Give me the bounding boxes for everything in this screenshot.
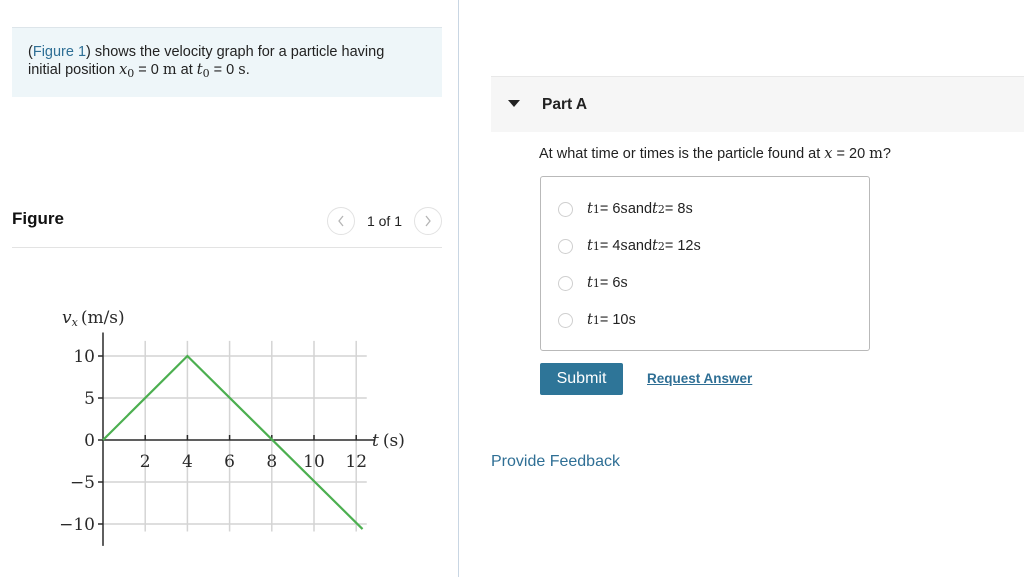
- t0-eq: = 0: [209, 62, 239, 78]
- radio-option-3[interactable]: [558, 275, 573, 291]
- option-1-t1-sub: 1: [592, 202, 600, 216]
- x-tick-label: 10: [303, 452, 325, 472]
- y-axis-label-unit: (m/s): [81, 308, 125, 328]
- y-tick-label: −5: [70, 473, 95, 493]
- option-2-t2-value: = 12: [664, 238, 694, 254]
- x0-eq: = 0: [134, 62, 163, 78]
- grid: [103, 340, 367, 532]
- option-1[interactable]: t1 = 6 s and t2 = 8 s: [558, 201, 693, 217]
- x-axis-label: t (s): [372, 431, 405, 451]
- figure-pager: 1 of 1: [326, 207, 442, 235]
- option-2-t1-value: = 4: [599, 238, 621, 254]
- t0-unit: s: [238, 62, 246, 78]
- option-3-t1-value: = 6: [599, 275, 621, 291]
- y-tick-label: −10: [59, 515, 95, 535]
- option-1-t2-value: = 8: [664, 201, 686, 217]
- chevron-right-icon: [425, 215, 431, 227]
- figure-title: Figure: [12, 209, 64, 228]
- option-1-unit1: s: [620, 201, 628, 217]
- pager-count: 1 of 1: [366, 213, 402, 229]
- answer-options: t1 = 6 s and t2 = 8 s t1 = 4 s and t2 = …: [540, 176, 870, 351]
- problem-intro: (Figure 1) shows the velocity graph for …: [12, 27, 442, 97]
- x-tick-label: 2: [140, 452, 151, 472]
- option-2-unit2: s: [693, 238, 701, 254]
- intro-end: .: [245, 62, 250, 78]
- option-2[interactable]: t1 = 4 s and t2 = 12 s: [558, 238, 701, 254]
- option-2-unit1: s: [620, 238, 628, 254]
- chevron-left-icon: [338, 215, 344, 227]
- prev-figure-button[interactable]: [326, 207, 355, 235]
- figure-header: Figure 1 of 1: [12, 205, 442, 248]
- x-axis-label-var: t: [372, 431, 379, 451]
- y-axis-label: vx (m/s): [62, 308, 125, 329]
- radio-option-4[interactable]: [558, 312, 573, 328]
- provide-feedback-link[interactable]: Provide Feedback: [491, 453, 620, 471]
- request-answer-link[interactable]: Request Answer: [647, 371, 752, 386]
- x0-unit: m: [162, 62, 177, 78]
- part-a-question: At what time or times is the particle fo…: [539, 146, 891, 162]
- question-suffix: ?: [882, 146, 891, 162]
- option-3-t1-sub: 1: [592, 276, 600, 290]
- option-1-unit2: s: [685, 201, 693, 217]
- velocity-chart: 10 5 0 −5 −10 2 4 6 8 10 12 vx (m/s) t (s): [40, 295, 440, 565]
- y-tick-label: 0: [84, 431, 95, 451]
- x-tick-label: 6: [224, 452, 235, 472]
- option-4-t1-sub: 1: [592, 313, 600, 327]
- option-2-t2-sub: 2: [657, 239, 665, 253]
- caret-down-icon: [508, 100, 520, 107]
- option-1-and: and: [627, 201, 653, 217]
- question-unit: m: [869, 146, 883, 162]
- option-1-t1-value: = 6: [599, 201, 621, 217]
- option-3[interactable]: t1 = 6 s: [558, 275, 628, 291]
- option-4-unit: s: [628, 312, 636, 328]
- question-eq: = 20: [832, 146, 870, 162]
- x-tick-label: 8: [266, 452, 277, 472]
- velocity-series-line: [102, 354, 364, 530]
- t0-sub: 0: [202, 67, 210, 80]
- next-figure-button[interactable]: [414, 207, 442, 235]
- intro-line2: initial position: [28, 62, 120, 78]
- ticks: 10 5 0 −5 −10 2 4 6 8 10 12: [59, 347, 367, 535]
- part-a-title: Part A: [542, 96, 588, 113]
- velocity-chart-svg: 10 5 0 −5 −10 2 4 6 8 10 12 vx (m/s) t (s): [59, 308, 405, 546]
- x-axis-label-unit: (s): [383, 431, 405, 451]
- option-1-t2-sub: 2: [657, 202, 665, 216]
- left-pane: (Figure 1) shows the velocity graph for …: [0, 0, 459, 577]
- option-4[interactable]: t1 = 10 s: [558, 312, 636, 328]
- part-a-header[interactable]: Part A: [491, 76, 1024, 132]
- x-tick-label: 4: [182, 452, 193, 472]
- radio-option-2[interactable]: [558, 238, 573, 254]
- option-4-t1-value: = 10: [599, 312, 629, 328]
- at-text: at: [176, 62, 197, 78]
- question-text: At what time or times is the particle fo…: [539, 146, 825, 162]
- y-tick-label: 5: [84, 389, 95, 409]
- y-axis-label-sub: x: [72, 316, 79, 329]
- x-tick-label: 12: [345, 452, 367, 472]
- option-2-t1-sub: 1: [592, 239, 600, 253]
- intro-text: ) shows the velocity graph for a particl…: [86, 44, 385, 60]
- option-3-unit: s: [620, 275, 628, 291]
- axes: [102, 332, 376, 546]
- radio-option-1[interactable]: [558, 201, 573, 217]
- y-axis-label-var: v: [62, 308, 72, 328]
- option-2-and: and: [627, 238, 653, 254]
- figure-1-link[interactable]: Figure 1: [33, 44, 86, 60]
- series: [102, 354, 364, 530]
- submit-button[interactable]: Submit: [540, 363, 623, 395]
- right-pane: Part A At what time or times is the part…: [459, 0, 1024, 577]
- y-tick-label: 10: [73, 347, 95, 367]
